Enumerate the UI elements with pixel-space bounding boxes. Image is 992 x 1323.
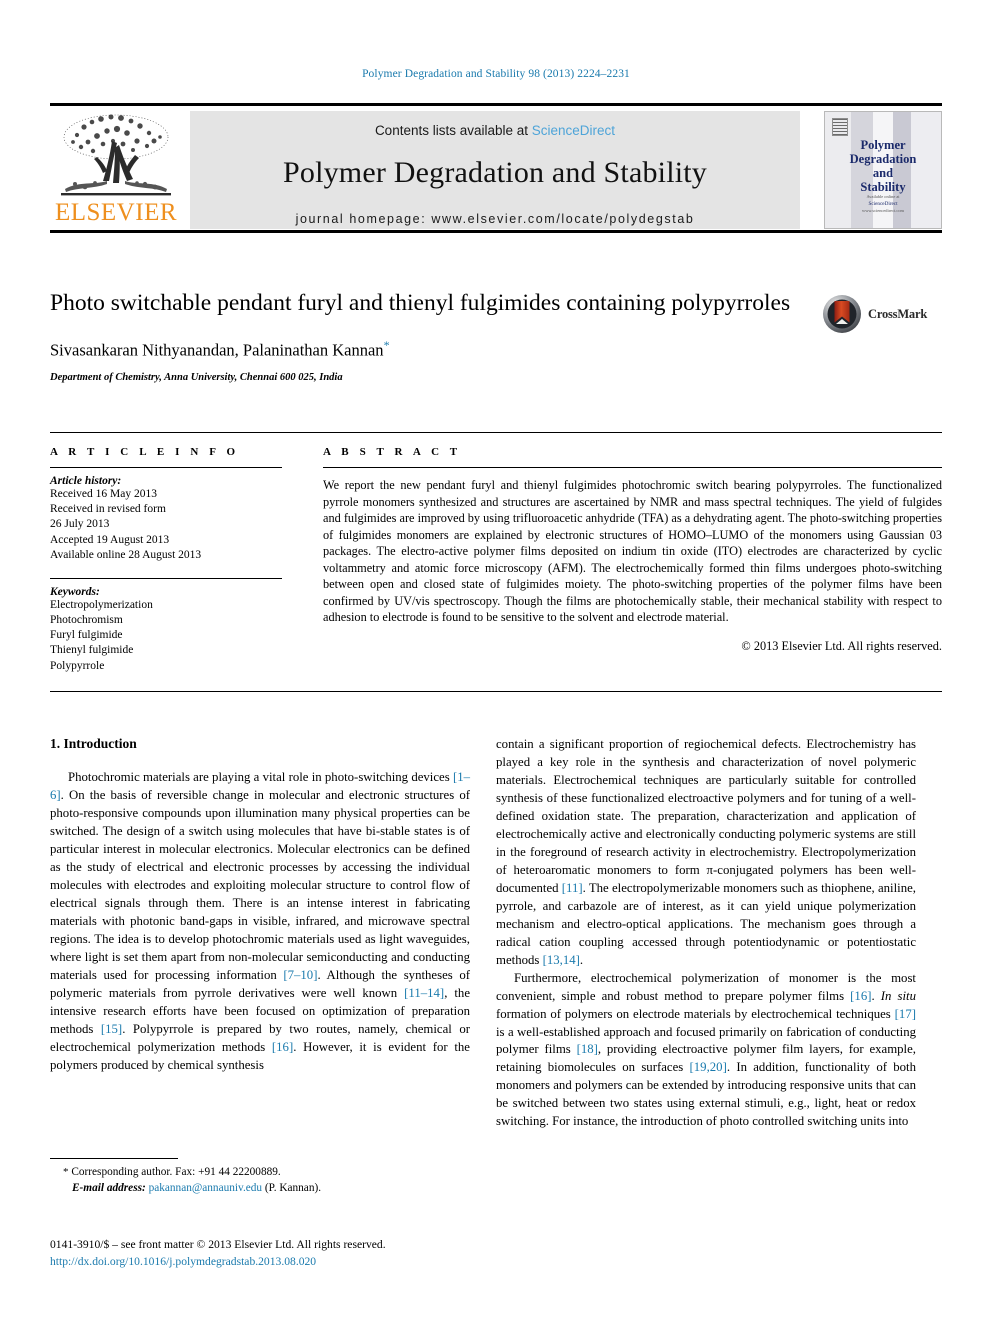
keyword-item: Furyl fulgimide (50, 629, 123, 642)
sciencedirect-link[interactable]: ScienceDirect (532, 123, 615, 138)
citation-ref[interactable]: [11–14] (404, 986, 444, 1000)
abstract-copyright: © 2013 Elsevier Ltd. All rights reserved… (741, 638, 942, 653)
citation-ref[interactable]: [7–10] (283, 968, 317, 982)
cover-footer-line2: ScienceDirect (868, 200, 898, 207)
footnote-rule (50, 1158, 178, 1159)
abstract-column: A B S T R A C T We report the new pendan… (323, 446, 942, 654)
keyword-item: Photochromism (50, 614, 123, 627)
article-info-heading: A R T I C L E I N F O (50, 446, 240, 458)
cover-footer-line1: Available online at (866, 193, 900, 199)
article-info-rule (50, 467, 282, 468)
text-run: . (871, 988, 881, 1003)
cover-publisher-logo-icon (832, 118, 848, 136)
citation-ref[interactable]: [13,14] (543, 953, 580, 967)
affiliation: Department of Chemistry, Anna University… (50, 371, 343, 383)
author-list: Sivasankaran Nithyanandan, Palaninathan … (50, 338, 810, 361)
article-info-column: A R T I C L E I N F O Article history: R… (50, 446, 282, 674)
text-run: . (579, 952, 584, 967)
cover-title-line4: Stability (860, 180, 906, 194)
doi-link[interactable]: http://dx.doi.org/10.1016/j.polymdegrads… (50, 1253, 510, 1270)
citation-ref[interactable]: [15] (101, 1022, 122, 1036)
issn-copyright-line: 0141-3910/$ – see front matter © 2013 El… (50, 1238, 386, 1251)
history-line: Received in revised form (50, 503, 166, 516)
text-run: Photochromic materials are playing a vit… (68, 770, 453, 784)
citation-ref[interactable]: [17] (895, 1007, 916, 1021)
cover-footer-line3: www.sciencedirect.com (862, 208, 904, 214)
cover-footer: Available online at ScienceDirect www.sc… (825, 194, 941, 215)
cover-title-line3: and (872, 166, 894, 180)
corresponding-author-marker: * (383, 338, 390, 353)
keywords-rule (50, 577, 282, 579)
email-note: E-mail address: pakannan@annauniv.edu (P… (50, 1181, 470, 1197)
journal-title: Polymer Degradation and Stability (282, 156, 708, 189)
text-run: formation of polymers on electrode mater… (496, 1006, 895, 1021)
text-run: (P. Kannan). (262, 1181, 322, 1194)
keyword-item: Electropolymerization (50, 598, 153, 611)
keyword-item: Polypyrrole (50, 659, 105, 672)
author-names: Sivasankaran Nithyanandan, Palaninathan … (50, 340, 384, 360)
journal-homepage-link[interactable]: journal homepage: www.elsevier.com/locat… (190, 212, 800, 226)
crossmark-badge[interactable]: CrossMark (822, 292, 932, 336)
keywords-block: Keywords: Electropolymerization Photochr… (50, 586, 282, 674)
citation-ref[interactable]: [16] (850, 989, 871, 1003)
history-line: Received 16 May 2013 (50, 488, 157, 500)
citation-ref[interactable]: [11] (562, 881, 583, 895)
journal-banner: Contents lists available at ScienceDirec… (190, 111, 800, 229)
text-run: . On the basis of reversible change in m… (50, 787, 470, 982)
panel-bottom-rule (50, 691, 942, 692)
crossmark-label: CrossMark (868, 306, 928, 321)
citation-ref[interactable]: [19,20] (690, 1060, 727, 1074)
text-run: Corresponding author. Fax: +91 44 222008… (68, 1166, 281, 1178)
journal-cover-thumbnail[interactable]: Polymer Degradation and Stability Availa… (824, 111, 942, 229)
cover-title-line2: Degradation (849, 152, 917, 166)
history-line: 26 July 2013 (50, 518, 110, 531)
corresponding-author-note: * Corresponding author. Fax: +91 44 2220… (50, 1165, 470, 1181)
abstract-text: We report the new pendant furyl and thie… (323, 478, 942, 625)
keywords-label: Keywords: (50, 585, 100, 598)
elsevier-tree-icon (61, 114, 171, 196)
info-abstract-panel: A R T I C L E I N F O Article history: R… (50, 432, 942, 692)
citation-ref[interactable]: [18] (577, 1042, 598, 1056)
section-heading-introduction: 1. Introduction (50, 736, 137, 751)
masthead-bottom-rule (50, 230, 942, 233)
crossmark-icon (823, 295, 861, 333)
contents-available-line: Contents lists available at ScienceDirec… (190, 111, 800, 138)
page-title: Photo switchable pendant furyl and thien… (50, 290, 791, 316)
paragraph: Photochromic materials are playing a vit… (50, 769, 470, 1074)
history-line: Accepted 19 August 2013 (50, 533, 170, 546)
running-head: Polymer Degradation and Stability 98 (20… (362, 68, 630, 80)
elsevier-logo: ELSEVIER (52, 111, 180, 229)
email-link[interactable]: pakannan@annauniv.edu (149, 1182, 263, 1194)
citation-ref[interactable]: [16] (272, 1040, 293, 1054)
history-line: Available online 28 August 2013 (50, 548, 202, 561)
article-history-label: Article history: (50, 475, 122, 487)
body-column-left: 1. Introduction Photochromic materials a… (50, 736, 470, 1074)
abstract-heading: A B S T R A C T (323, 446, 462, 458)
body-column-right: contain a significant proportion of regi… (496, 736, 916, 1131)
colophon-block: 0141-3910/$ – see front matter © 2013 El… (50, 1236, 510, 1271)
abstract-rule (323, 467, 942, 468)
keyword-item: Thienyl fulgimide (50, 644, 134, 657)
paragraph: contain a significant proportion of regi… (496, 736, 916, 970)
footnote-block: * Corresponding author. Fax: +91 44 2220… (50, 1158, 470, 1197)
panel-top-rule (50, 432, 942, 433)
journal-masthead: ELSEVIER Contents lists available at Sci… (50, 103, 942, 233)
email-label: E-mail address: (72, 1181, 146, 1194)
masthead-top-rule (50, 103, 942, 106)
text-run-italic: In situ (880, 988, 916, 1003)
paper-page: Polymer Degradation and Stability 98 (20… (0, 0, 992, 1323)
cover-title: Polymer Degradation and Stability (825, 138, 941, 194)
elsevier-wordmark: ELSEVIER (54, 199, 178, 226)
cover-title-line1: Polymer (860, 138, 906, 152)
contents-prefix: Contents lists available at (374, 123, 532, 138)
text-run: contain a significant proportion of regi… (496, 737, 916, 895)
title-block: Photo switchable pendant furyl and thien… (50, 288, 810, 383)
paragraph: Furthermore, electrochemical polymerizat… (496, 970, 916, 1132)
